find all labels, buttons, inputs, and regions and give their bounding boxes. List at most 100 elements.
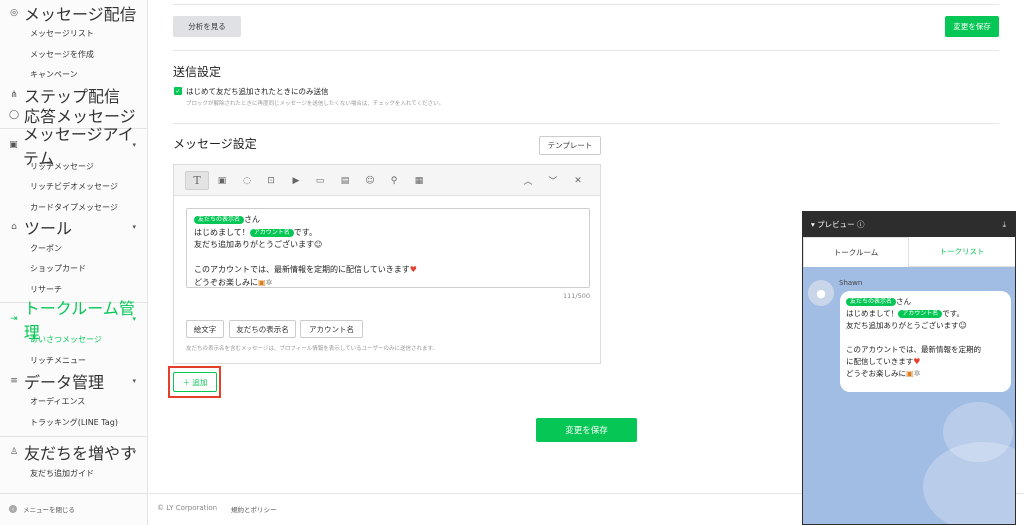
divider	[173, 50, 999, 51]
sidebar-item-create-message[interactable]: メッセージを作成	[30, 44, 94, 64]
editor-hint: 友だちの表示名を含むメッセージは、プロフィール情報を表示しているユーザーのみに送…	[186, 346, 438, 352]
account-name-chip[interactable]: アカウント名	[300, 320, 363, 338]
message-bubble: 友だちの表示名 さん はじめまして！ アカウント名 です。 友だち追加ありがとうござい…	[840, 291, 1011, 392]
sidebar-item-coupon[interactable]: クーポン	[30, 238, 62, 258]
text-type-icon[interactable]: T	[185, 171, 209, 190]
coupon-type-icon[interactable]: ⊡	[259, 171, 283, 190]
message-textarea[interactable]: 友だちの表示名 さん はじめまして！ アカウント名 です。 友だち追加ありがとうござい…	[186, 208, 590, 288]
sidebar-item-rich-menu[interactable]: リッチメニュー	[30, 350, 86, 370]
tab-talklist[interactable]: トークリスト	[909, 237, 1015, 267]
analyze-button[interactable]: 分析を見る	[173, 16, 241, 37]
card-type-icon[interactable]: ▭	[308, 171, 332, 190]
sidebar-item-friend-guide[interactable]: 友だち追加ガイド	[30, 463, 94, 483]
sidebar-item-card-type[interactable]: カードタイプメッセージ	[30, 197, 118, 217]
checkbox-label: はじめて友だち追加されたときにのみ送信	[186, 87, 329, 96]
chevron-down-icon: ▾	[132, 377, 136, 385]
download-icon[interactable]: ⤓	[1002, 220, 1006, 230]
broadcast-icon: ◎	[10, 8, 18, 18]
close-menu-button[interactable]: ‹ メニューを閉じる	[9, 504, 75, 514]
bubble-line: さん	[896, 297, 912, 306]
chevron-down-icon: ▾	[132, 223, 136, 231]
copyright: © LY Corporation	[157, 504, 218, 512]
sidebar-item-shop-card[interactable]: ショップカード	[30, 258, 86, 278]
nav-group-broadcast[interactable]: ◎ メッセージ配信 ▾	[0, 3, 148, 24]
voice-type-icon[interactable]: ⚲	[382, 171, 406, 190]
sticker-type-icon[interactable]: ◌	[235, 171, 259, 190]
database-icon: ≡	[10, 376, 18, 386]
sidebar-item-message-list[interactable]: メッセージリスト	[30, 23, 94, 43]
message-settings-title: メッセージ設定	[173, 137, 257, 151]
save-button-bottom[interactable]: 変更を保存	[536, 418, 637, 442]
avatar: ●	[808, 280, 834, 306]
nav-group-data[interactable]: ≡ データ管理 ▾	[0, 371, 148, 392]
send-settings-title: 送信設定	[173, 65, 222, 79]
emoji-icon: ☺	[314, 240, 323, 249]
friend-name-tag: 友だちの表示名	[846, 298, 897, 306]
chevron-down-icon: ▾	[132, 315, 136, 323]
nav-group-label: データ管理	[24, 373, 105, 392]
text-line: です。	[293, 227, 317, 237]
first-add-only-checkbox[interactable]: ✓	[174, 87, 182, 95]
move-up-icon[interactable]: ︿	[516, 171, 540, 190]
bubble-line: どうぞお楽しみに	[846, 369, 906, 378]
emoji-chip[interactable]: 絵文字	[186, 320, 224, 338]
nav-group-tools[interactable]: ⌂ ツール ▾	[0, 217, 148, 238]
close-menu-label: メニューを閉じる	[23, 506, 75, 514]
divider	[173, 4, 999, 5]
background-cloud	[943, 402, 1013, 462]
chat-icon: ◯	[8, 110, 20, 120]
save-button-top[interactable]: 変更を保存	[945, 16, 999, 37]
account-name-tag[interactable]: アカウント名	[249, 228, 294, 237]
video-type-icon[interactable]: ▶	[284, 171, 308, 190]
message-item-icon: ▣	[9, 140, 18, 150]
divider	[173, 123, 999, 124]
sidebar-item-rich-message[interactable]: リッチメッセージ	[30, 156, 94, 176]
policy-link[interactable]: 規約とポリシー	[231, 504, 277, 514]
bubble-line: このアカウントでは、最新情報を定期的	[846, 345, 981, 354]
sidebar-item-rich-video[interactable]: リッチビデオメッセージ	[30, 176, 118, 196]
friend-name-tag[interactable]: 友だちの表示名	[194, 216, 245, 224]
heart-emoji-icon: ♥	[913, 357, 921, 366]
add-button[interactable]: ＋ 追加	[173, 372, 217, 392]
chevron-down-icon: ▾	[132, 141, 136, 149]
text-line: どうぞお楽しみに	[194, 277, 258, 287]
image-type-icon[interactable]: ▣	[210, 171, 234, 190]
move-down-icon[interactable]: ﹀	[541, 171, 565, 190]
bubble-line: に配信していきます	[846, 357, 914, 366]
nav-group-add-friends[interactable]: ♙ 友だちを増やす ▾	[0, 442, 148, 463]
nav-group-message-items[interactable]: ▣ メッセージアイテム ▾	[0, 125, 148, 168]
nav-group-label: ツール	[24, 219, 73, 238]
checkbox-hint: ブロックが解除されたときに再度同じメッセージを送信したくない場合は、チェックを入…	[186, 101, 445, 107]
text-line: はじめまして！	[194, 227, 250, 237]
gift-emoji-icon: ▣	[258, 277, 266, 287]
sidebar-item-campaign[interactable]: キャンペーン	[30, 64, 78, 84]
template-button[interactable]: テンプレート	[539, 136, 601, 155]
sidebar-item-audience[interactable]: オーディエンス	[30, 391, 85, 411]
sidebar-item-step[interactable]: ⋔ ステップ配信	[0, 85, 148, 106]
sidebar-item-greeting-message[interactable]: あいさつメッセージ	[30, 329, 102, 349]
text-line: 友だち追加ありがとうございます	[194, 240, 314, 249]
add-friend-icon: ♙	[9, 447, 19, 457]
bubble-line: 友だち追加ありがとうございます	[846, 321, 959, 330]
character-counter: 111/500	[562, 292, 590, 300]
emoji-type-icon[interactable]: ☺	[358, 171, 382, 190]
nav-group-label: 友だちを増やす	[24, 444, 137, 463]
tab-talkroom[interactable]: トークルーム	[803, 237, 909, 267]
editor-toolbar: T ▣ ◌ ⊡ ▶ ▭ ▤ ☺ ⚲ ▦ ︿ ﹀ ✕	[174, 165, 600, 196]
emoji-icon: ☺	[958, 321, 967, 330]
chevron-down-icon: ▾	[132, 9, 136, 17]
friend-name-chip[interactable]: 友だちの表示名	[229, 320, 296, 338]
preview-title: ▾ プレビュー ⓘ	[811, 220, 865, 229]
talkroom-icon: ⇥	[10, 314, 18, 324]
preview-header[interactable]: ▾ プレビュー ⓘ ⤓	[803, 212, 1015, 237]
nav-group-talkroom[interactable]: ⇥ トークルーム管理 ▾	[0, 299, 148, 342]
research-type-icon[interactable]: ▦	[407, 171, 431, 190]
app-root: ◎ メッセージ配信 ▾ メッセージリスト メッセージを作成 キャンペーン ⋔ ス…	[0, 0, 1024, 525]
close-icon[interactable]: ✕	[566, 171, 590, 190]
account-name-tag: アカウント名	[898, 310, 943, 318]
tool-icon: ⌂	[11, 222, 17, 232]
sidebar-item-tracking[interactable]: トラッキング(LINE Tag)	[30, 412, 118, 432]
bubble-line: はじめまして！	[846, 309, 899, 318]
rich-message-icon[interactable]: ▤	[333, 171, 357, 190]
bubble-line: です。	[942, 309, 965, 318]
